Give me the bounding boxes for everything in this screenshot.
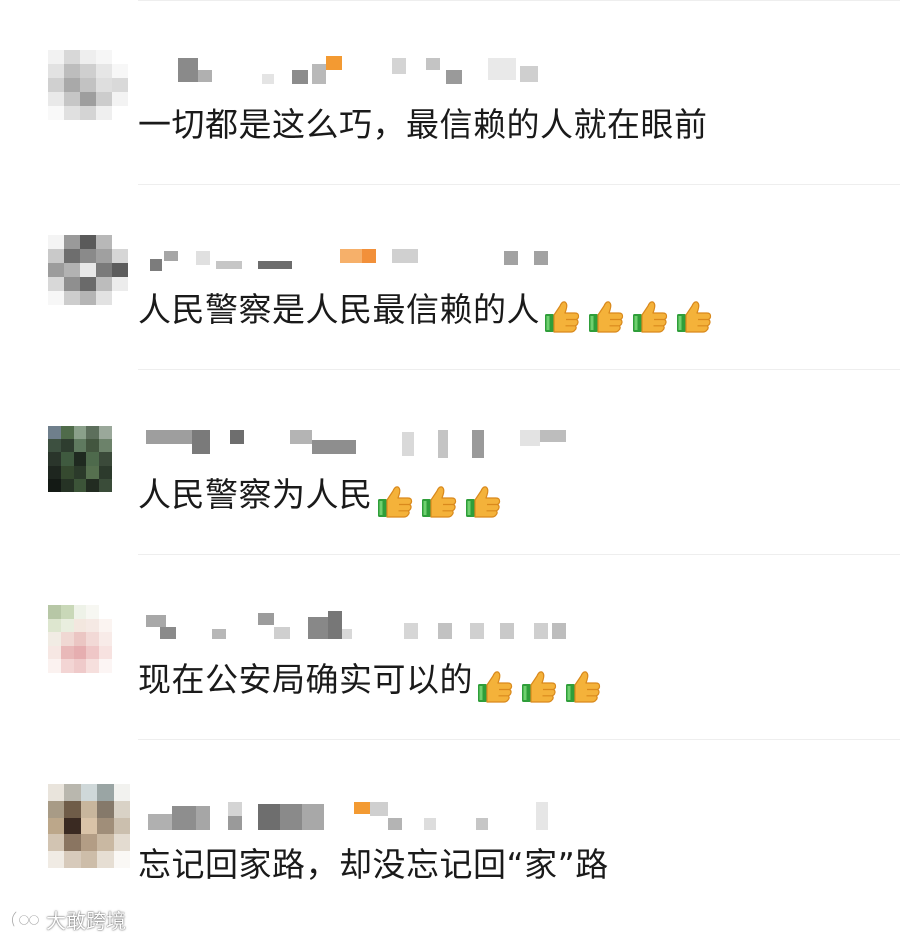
thumbs-up-group xyxy=(375,474,507,524)
avatar[interactable] xyxy=(48,235,128,305)
comment-text: 忘记回家路，却没忘记回“家”路 xyxy=(138,840,609,890)
thumbs-up-icon xyxy=(633,300,668,333)
comment-text: 现在公安局确实可以的 xyxy=(138,655,607,709)
thumbs-up-group xyxy=(542,289,718,339)
nickname-obscured[interactable] xyxy=(140,52,600,88)
comment-text-content: 一切都是这么巧，最信赖的人就在眼前 xyxy=(138,105,708,144)
watermark-logo-icon xyxy=(11,910,40,928)
nickname-obscured[interactable] xyxy=(140,607,600,643)
thumbs-up-icon xyxy=(677,300,712,333)
thumbs-up-icon xyxy=(465,485,500,518)
thumbs-up-icon xyxy=(589,300,624,333)
nickname-obscured[interactable] xyxy=(140,422,600,458)
avatar[interactable] xyxy=(48,426,112,492)
comment-text: 人民警察是人民最信赖的人 xyxy=(138,285,718,339)
comment-text-content: 现在公安局确实可以的 xyxy=(138,660,473,699)
avatar[interactable] xyxy=(48,605,112,673)
thumbs-up-icon xyxy=(545,300,580,333)
comment-item[interactable]: 忘记回家路，却没忘记回“家”路 xyxy=(0,740,900,925)
avatar[interactable] xyxy=(48,50,128,120)
comment-text: 一切都是这么巧，最信赖的人就在眼前 xyxy=(138,100,708,150)
watermark-text: 大敢跨境 xyxy=(46,908,126,933)
thumbs-up-icon xyxy=(522,670,557,703)
avatar[interactable] xyxy=(48,784,130,868)
comment-text: 人民警察为人民 xyxy=(138,470,507,524)
watermark: 大敢跨境 xyxy=(8,904,126,934)
comment-text-content: 人民警察为人民 xyxy=(138,475,373,514)
comment-item[interactable]: 人民警察为人民 xyxy=(0,370,900,555)
comment-item[interactable]: 一切都是这么巧，最信赖的人就在眼前 xyxy=(0,0,900,185)
comment-text-content: 忘记回家路，却没忘记回“家”路 xyxy=(138,845,609,884)
comment-list-page: 一切都是这么巧，最信赖的人就在眼前 人民警察是人民最信赖的人 人民警察为人民 现… xyxy=(0,0,900,938)
nickname-obscured[interactable] xyxy=(140,237,600,273)
thumbs-up-icon xyxy=(421,485,456,518)
thumbs-up-group xyxy=(475,659,607,709)
comment-item[interactable]: 人民警察是人民最信赖的人 xyxy=(0,185,900,370)
comment-item[interactable]: 现在公安局确实可以的 xyxy=(0,555,900,740)
nickname-obscured[interactable] xyxy=(140,800,600,836)
thumbs-up-icon xyxy=(377,485,412,518)
thumbs-up-icon xyxy=(478,670,513,703)
thumbs-up-icon xyxy=(566,670,601,703)
comment-text-content: 人民警察是人民最信赖的人 xyxy=(138,290,540,329)
